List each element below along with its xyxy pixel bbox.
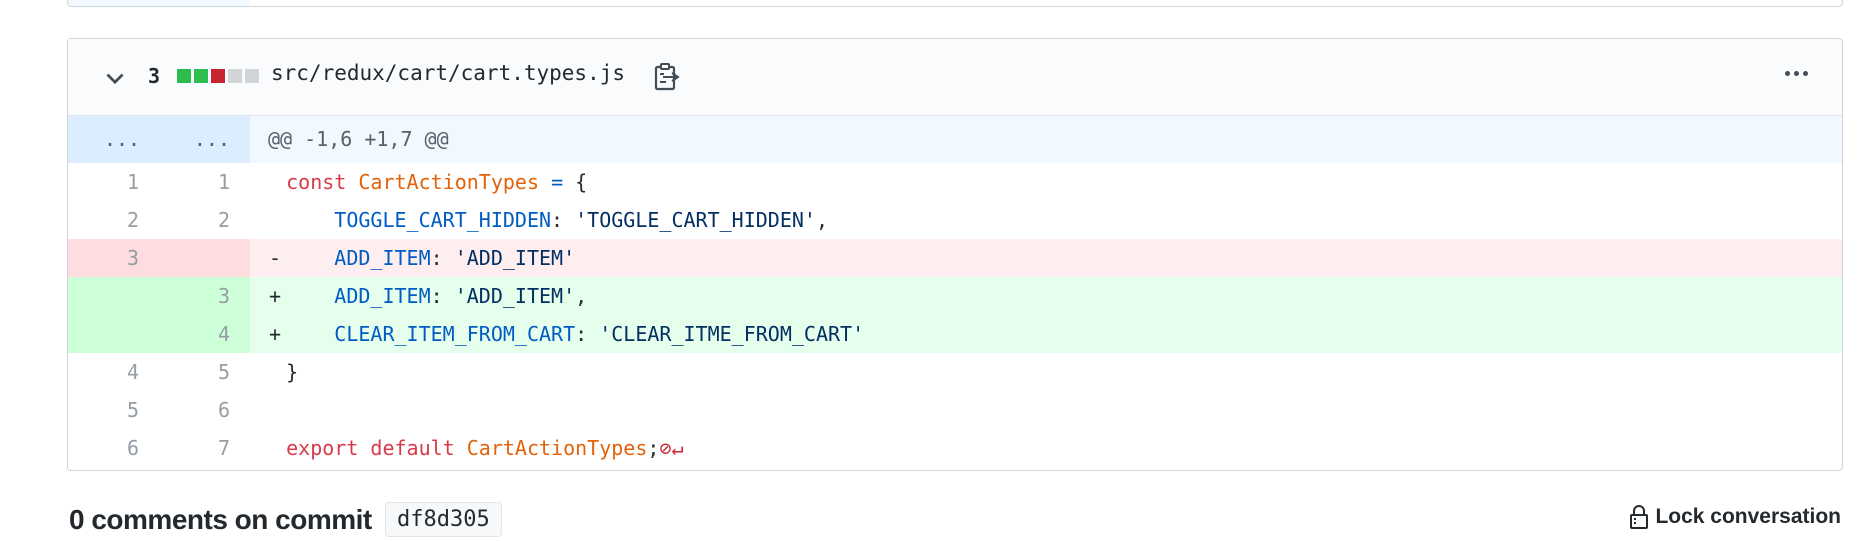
diff-line: 2 2 TOGGLE_CART_HIDDEN: 'TOGGLE_CART_HID…: [68, 201, 1842, 239]
added-line: 4 + CLEAR_ITEM_FROM_CART: 'CLEAR_ITME_FR…: [68, 315, 1842, 353]
code-line: ADD_ITEM: 'ADD_ITEM',: [334, 284, 588, 308]
file-name[interactable]: src/redux/cart/cart.types.js: [271, 61, 625, 85]
old-line-number[interactable]: 6: [68, 429, 159, 467]
change-count: 3: [148, 64, 161, 88]
commit-sha[interactable]: df8d305: [385, 502, 502, 537]
old-line-number[interactable]: 4: [68, 353, 159, 391]
lock-conversation-label: Lock conversation: [1655, 505, 1841, 528]
diffstat-block-neutral: [245, 69, 259, 83]
no-newline-icon: ⊘↵: [659, 436, 684, 460]
added-line: 3 + ADD_ITEM: 'ADD_ITEM',: [68, 277, 1842, 315]
file-diff: 3 src/redux/cart/cart.types.js ... ... @…: [67, 38, 1843, 471]
deleted-line: 3 - ADD_ITEM: 'ADD_ITEM': [68, 239, 1842, 277]
new-line-number[interactable]: 7: [159, 429, 250, 467]
more-options-icon[interactable]: [1785, 71, 1808, 76]
clipboard-icon[interactable]: [654, 62, 680, 92]
new-line-number[interactable]: 1: [159, 163, 250, 201]
diff-line: 6 7 export default CartActionTypes;⊘↵: [68, 429, 1842, 467]
old-line-number[interactable]: 1: [68, 163, 159, 201]
diffstat: [177, 69, 259, 83]
previous-file-box: [67, 0, 1843, 7]
new-line-number[interactable]: 3: [159, 277, 250, 315]
code-line: const CartActionTypes = {: [286, 170, 588, 194]
code-line: }: [286, 360, 299, 384]
new-line-number[interactable]: [159, 239, 250, 277]
diffstat-block-neutral: [228, 69, 242, 83]
new-line-number[interactable]: 2: [159, 201, 250, 239]
new-line-number[interactable]: 4: [159, 315, 250, 353]
diff-line: 4 5 }: [68, 353, 1842, 391]
diffstat-block-added: [194, 69, 208, 83]
code-line: TOGGLE_CART_HIDDEN: 'TOGGLE_CART_HIDDEN'…: [334, 208, 829, 232]
old-line-number[interactable]: [68, 315, 159, 353]
code-line: CLEAR_ITEM_FROM_CART: 'CLEAR_ITME_FROM_C…: [334, 322, 865, 346]
new-line-number[interactable]: 6: [159, 391, 250, 429]
lock-conversation-button[interactable]: Lock conversation: [1629, 504, 1841, 530]
new-line-number[interactable]: 5: [159, 353, 250, 391]
old-line-number[interactable]: 2: [68, 201, 159, 239]
diffstat-block-deleted: [211, 69, 225, 83]
diffstat-block-added: [177, 69, 191, 83]
diff-line: 1 1 const CartActionTypes = {: [68, 163, 1842, 201]
old-line-number[interactable]: 5: [68, 391, 159, 429]
old-line-number[interactable]: 3: [68, 239, 159, 277]
hunk-header-row: ... ... @@ -1,6 +1,7 @@: [68, 116, 1842, 163]
file-header: 3 src/redux/cart/cart.types.js: [68, 39, 1842, 116]
chevron-down-icon[interactable]: [104, 67, 126, 89]
comments-heading: 0 comments on commit: [69, 504, 372, 535]
hunk-header: @@ -1,6 +1,7 @@: [268, 127, 449, 151]
lock-icon: [1630, 505, 1649, 529]
expand-down-button[interactable]: ...: [142, 116, 250, 163]
old-line-number[interactable]: [68, 277, 159, 315]
code-line: export default CartActionTypes;⊘↵: [286, 436, 684, 460]
code-line: ADD_ITEM: 'ADD_ITEM': [334, 246, 576, 270]
diff-line: 5 6: [68, 391, 1842, 429]
